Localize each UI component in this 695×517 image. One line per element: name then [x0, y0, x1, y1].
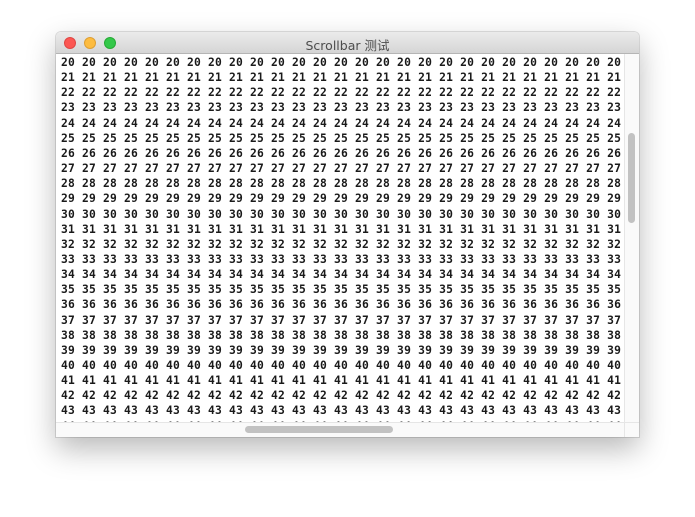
content-line: 37 37 37 37 37 37 37 37 37 37 37 37 37 3…: [61, 313, 624, 327]
content-line: 43 43 43 43 43 43 43 43 43 43 43 43 43 4…: [61, 404, 624, 418]
content-line: 26 26 26 26 26 26 26 26 26 26 26 26 26 2…: [61, 146, 624, 160]
scrollbar-test-window: Scrollbar 测试 20 20 20 20 20 20 20 20 20 …: [56, 32, 639, 437]
content-line: 21 21 21 21 21 21 21 21 21 21 21 21 21 2…: [61, 71, 624, 85]
scrollbar-corner: [624, 422, 639, 437]
content-line: 39 39 39 39 39 39 39 39 39 39 39 39 39 3…: [61, 343, 624, 357]
content-line: 33 33 33 33 33 33 33 33 33 33 33 33 33 3…: [61, 252, 624, 266]
content-line: 31 31 31 31 31 31 31 31 31 31 31 31 31 3…: [61, 222, 624, 236]
scrollable-text-content[interactable]: 20 20 20 20 20 20 20 20 20 20 20 20 20 2…: [56, 54, 624, 422]
vertical-scrollbar[interactable]: [624, 54, 639, 422]
content-line: 24 24 24 24 24 24 24 24 24 24 24 24 24 2…: [61, 116, 624, 130]
window-title: Scrollbar 测试: [305, 38, 390, 53]
content-line: 38 38 38 38 38 38 38 38 38 38 38 38 38 3…: [61, 328, 624, 342]
horizontal-scrollbar-thumb[interactable]: [245, 426, 393, 433]
content-line: 28 28 28 28 28 28 28 28 28 28 28 28 28 2…: [61, 177, 624, 191]
content-line: 29 29 29 29 29 29 29 29 29 29 29 29 29 2…: [61, 192, 624, 206]
content-line: 42 42 42 42 42 42 42 42 42 42 42 42 42 4…: [61, 389, 624, 403]
content-line: 36 36 36 36 36 36 36 36 36 36 36 36 36 3…: [61, 298, 624, 312]
content-line: 32 32 32 32 32 32 32 32 32 32 32 32 32 3…: [61, 237, 624, 251]
content-line: 41 41 41 41 41 41 41 41 41 41 41 41 41 4…: [61, 374, 624, 388]
content-line: 20 20 20 20 20 20 20 20 20 20 20 20 20 2…: [61, 56, 624, 69]
content-line: 27 27 27 27 27 27 27 27 27 27 27 27 27 2…: [61, 162, 624, 176]
content-line: 25 25 25 25 25 25 25 25 25 25 25 25 25 2…: [61, 131, 624, 145]
content-line: 40 40 40 40 40 40 40 40 40 40 40 40 40 4…: [61, 359, 624, 372]
content-line: 23 23 23 23 23 23 23 23 23 23 23 23 23 2…: [61, 101, 624, 115]
content-line: 22 22 22 22 22 22 22 22 22 22 22 22 22 2…: [61, 86, 624, 100]
title-bar[interactable]: Scrollbar 测试: [56, 32, 639, 54]
content-line: 35 35 35 35 35 35 35 35 35 35 35 35 35 3…: [61, 283, 624, 297]
content-line: 30 30 30 30 30 30 30 30 30 30 30 30 30 3…: [61, 207, 624, 221]
content-line: 34 34 34 34 34 34 34 34 34 34 34 34 34 3…: [61, 268, 624, 282]
vertical-scrollbar-thumb[interactable]: [628, 133, 635, 223]
